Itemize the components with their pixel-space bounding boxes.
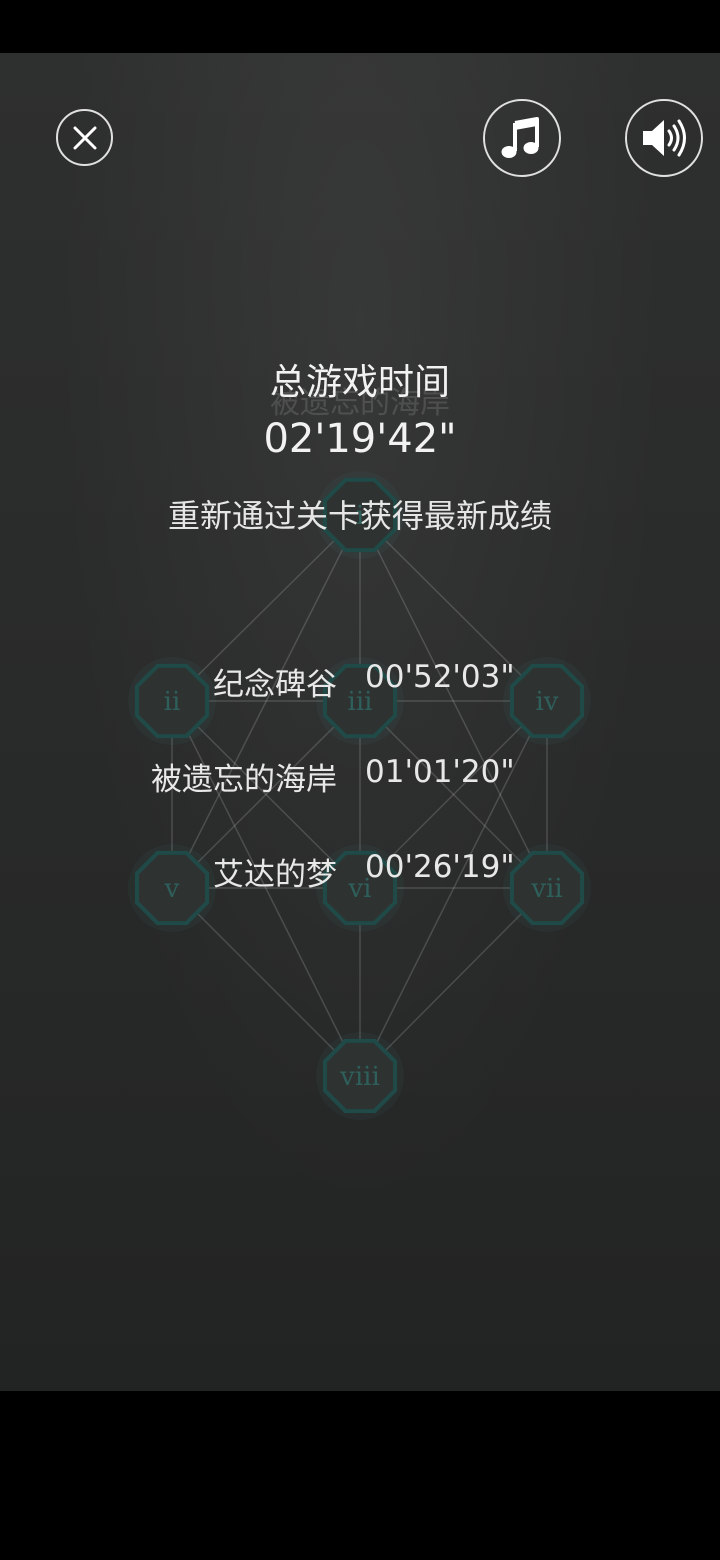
- navigation-bar: [0, 1391, 720, 1560]
- chapter-node-iv[interactable]: iv: [503, 657, 591, 745]
- replay-hint: 重新通过关卡获得最新成绩: [167, 497, 552, 535]
- status-bar: [0, 0, 720, 53]
- music-note-icon: [501, 117, 539, 158]
- close-button[interactable]: [56, 109, 113, 166]
- chapter-node-ii[interactable]: ii: [128, 657, 216, 745]
- chapter-node-viii[interactable]: viii: [316, 1032, 404, 1120]
- chapter-label: ii: [164, 687, 181, 717]
- total-time-value: 02'19'42": [263, 416, 457, 462]
- speaker-icon: [643, 119, 686, 157]
- record-time-1: 00'52'03": [365, 659, 515, 695]
- record-time-3: 00'26'19": [365, 849, 515, 885]
- record-name-2: 被遗忘的海岸: [151, 762, 337, 798]
- record-name-1: 纪念碑谷: [213, 667, 337, 703]
- music-button[interactable]: [483, 99, 561, 177]
- chapter-label: viii: [339, 1062, 380, 1092]
- record-time-2: 01'01'20": [365, 754, 515, 790]
- chapter-node-vii[interactable]: vii: [503, 844, 591, 932]
- chapter-label: v: [164, 874, 180, 904]
- chapter-map: iii iii ivv vi viiviii: [128, 471, 591, 1120]
- chapter-label: iv: [535, 687, 558, 717]
- game-screen: i ii iii iv v vi vii viii 被遗忘的海岸 总游戏时间 02'19'42…: [0, 53, 720, 1391]
- sound-button[interactable]: [625, 99, 703, 177]
- chapter-node-v[interactable]: v: [128, 844, 216, 932]
- total-time-label: 总游戏时间: [269, 362, 450, 403]
- chapter-label: vii: [530, 874, 562, 904]
- close-icon: [73, 126, 96, 149]
- record-name-3: 艾达的梦: [213, 857, 337, 893]
